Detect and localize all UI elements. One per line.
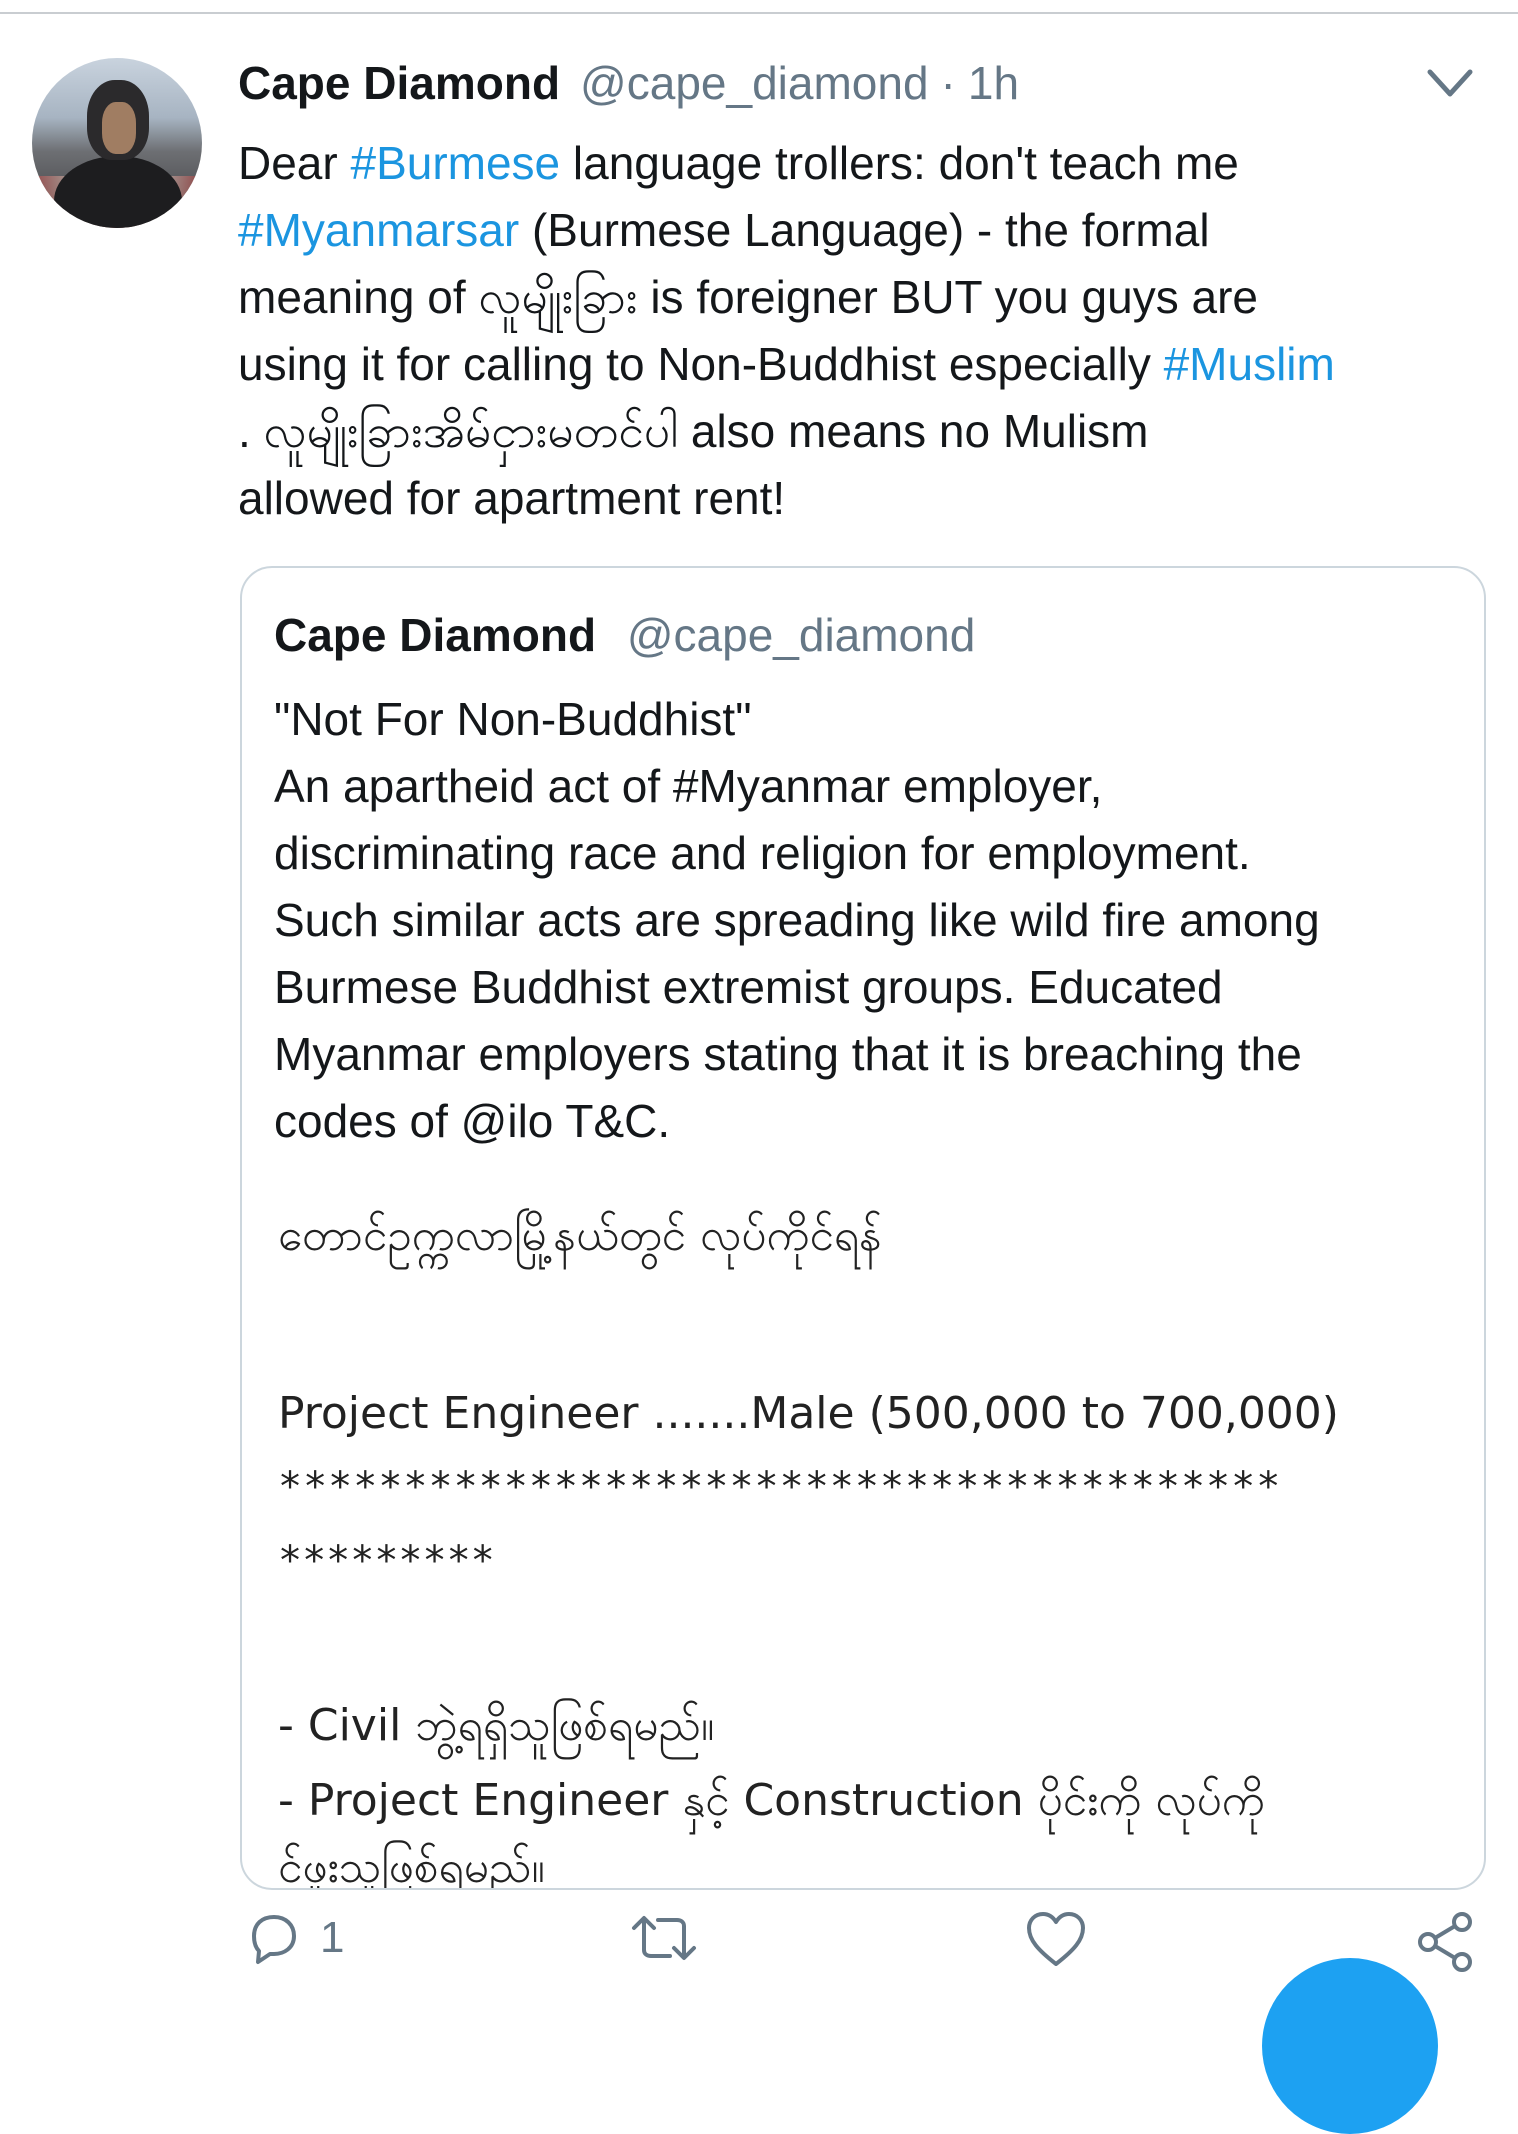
quoted-text-line: discriminating race and religion for emp…	[274, 827, 1251, 879]
quoted-text-line: An apartheid act of #Myanmar employer,	[274, 760, 1103, 812]
tweet-text-line: using it for calling to Non-Buddhist esp…	[238, 331, 1498, 398]
quoted-tweet-header: Cape Diamond @cape_diamond	[274, 608, 975, 662]
tweet-text-segment: allowed for apartment rent!	[238, 472, 786, 524]
retweet-button[interactable]	[628, 1910, 700, 1966]
author-handle[interactable]: @cape_diamond	[580, 56, 928, 110]
tweet-text-segment: . လူမျိုးခြားအိမ်ငှားမတင်ပါ also means n…	[238, 405, 1149, 457]
retweet-icon	[632, 1916, 696, 1960]
hashtag-link[interactable]: #Burmese	[350, 137, 560, 189]
tweet-text-segment: using it for calling to Non-Buddhist esp…	[238, 338, 1164, 390]
avatar[interactable]	[32, 58, 202, 228]
separator-dot: ·	[940, 57, 956, 109]
quoted-tweet[interactable]: Cape Diamond @cape_diamond "Not For Non-…	[240, 566, 1486, 1890]
job-post-requirement: င်ဖူးသူဖြစ်ရမည်။	[278, 1842, 545, 1890]
like-button[interactable]	[1024, 1910, 1088, 1968]
quoted-tweet-text: "Not For Non-Buddhist" An apartheid act o…	[274, 686, 1454, 1155]
tweet-text-line: allowed for apartment rent!	[238, 465, 1498, 532]
share-button[interactable]	[1414, 1910, 1478, 1974]
hashtag-link[interactable]: #Myanmarsar	[238, 204, 519, 256]
reply-button[interactable]: 1	[244, 1910, 344, 1966]
author-name[interactable]: Cape Diamond	[238, 56, 560, 110]
timestamp[interactable]: 1h	[968, 56, 1019, 110]
quoted-author-name: Cape Diamond	[274, 609, 597, 661]
compose-fab-button[interactable]	[1262, 1958, 1438, 2134]
quoted-text-line: codes of @ilo T&C.	[274, 1095, 671, 1147]
tweet-header: Cape Diamond @cape_diamond · 1h	[238, 56, 1019, 116]
reply-count: 1	[320, 1913, 345, 1962]
tweet-text: Dear #Burmese language trollers: don't t…	[238, 130, 1498, 532]
tweet-text-line: Dear #Burmese language trollers: don't t…	[238, 130, 1498, 197]
avatar-body	[54, 156, 182, 228]
tweet-text-line: meaning of လူမျိုးခြား is foreigner BUT …	[238, 264, 1498, 331]
chevron-down-icon[interactable]	[1424, 64, 1476, 104]
job-post-requirement: - Project Engineer နှင့် Construction ပိ…	[278, 1775, 1265, 1826]
hashtag-link[interactable]: #Muslim	[1164, 338, 1335, 390]
quoted-text-line: Burmese Buddhist extremist groups. Educa…	[274, 961, 1223, 1013]
heart-icon	[1027, 1912, 1085, 1966]
job-post-divider: *********	[278, 1538, 495, 1584]
tweet-text-segment: (Burmese Language) - the formal	[519, 204, 1210, 256]
job-post-divider: ****************************************	[278, 1464, 1282, 1510]
tweet-text-segment: language trollers: don't teach me	[560, 137, 1239, 189]
reply-icon	[252, 1915, 296, 1964]
avatar-face	[102, 102, 136, 154]
quoted-author-handle: @cape_diamond	[626, 609, 976, 661]
share-icon	[1418, 1912, 1472, 1972]
top-divider	[0, 12, 1518, 14]
tweet-text-line: . လူမျိုးခြားအိမ်ငှားမတင်ပါ also means n…	[238, 398, 1498, 465]
job-post-requirement: - Civil ဘွဲ့ရရှိသူဖြစ်ရမည်။	[278, 1700, 715, 1751]
tweet-text-line: #Myanmarsar (Burmese Language) - the for…	[238, 197, 1498, 264]
tweet-text-segment: Dear	[238, 137, 351, 189]
quoted-text-line: Such similar acts are spreading like wil…	[274, 894, 1320, 946]
job-post-title-line: Project Engineer .......Male (500,000 to…	[278, 1388, 1339, 1439]
quoted-text-line: "Not For Non-Buddhist"	[274, 693, 752, 745]
tweet-text-segment: meaning of လူမျိုးခြား is foreigner BUT …	[238, 271, 1258, 323]
quoted-text-line: Myanmar employers stating that it is bre…	[274, 1028, 1302, 1080]
job-post-heading: တောင်ဥက္ကလာမြို့နယ်တွင် လုပ်ကိုင်ရန်	[278, 1210, 882, 1261]
